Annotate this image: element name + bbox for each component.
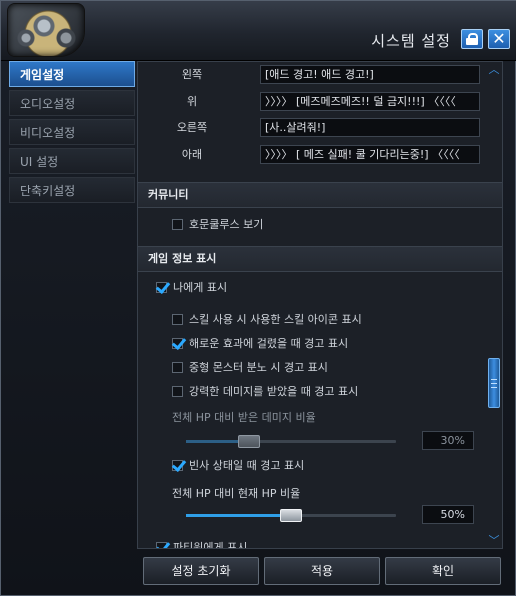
damage-ratio-slider[interactable] bbox=[186, 435, 396, 448]
option-label: 파티원에게 표시 bbox=[173, 541, 248, 549]
lock-button[interactable] bbox=[461, 29, 483, 49]
close-button[interactable]: ✕ bbox=[488, 29, 510, 49]
grip-line bbox=[491, 383, 497, 384]
option-label: 스킬 사용 시 사용한 스킬 아이콘 표시 bbox=[189, 313, 362, 326]
checkbox[interactable] bbox=[172, 314, 183, 325]
hp-ratio-value[interactable]: 50% bbox=[422, 505, 474, 524]
direction-row-down: 아래 〉〉〉〉 [ 메즈 실패! 쿨 기다리는중!] 〈〈〈〈 bbox=[138, 145, 502, 165]
checkbox[interactable] bbox=[172, 219, 183, 230]
slider-fill bbox=[186, 514, 291, 517]
title-bar[interactable]: 시스템 설정 ✕ bbox=[1, 1, 516, 61]
direction-label: 위 bbox=[186, 95, 198, 108]
slider-thumb[interactable] bbox=[238, 435, 260, 448]
close-icon: ✕ bbox=[492, 29, 506, 48]
settings-panel: 왼쪽 [애드 경고! 애드 경고!] 위 〉〉〉〉 [메즈메즈메즈!! 덜 금지… bbox=[137, 61, 503, 549]
damage-ratio-label: 전체 HP 대비 받은 데미지 비율 bbox=[172, 411, 316, 424]
direction-label: 아래 bbox=[181, 148, 203, 161]
sidebar-item-video[interactable]: 비디오설정 bbox=[9, 119, 135, 145]
game-info-section-header: 게임 정보 표시 bbox=[138, 246, 502, 272]
hp-ratio-slider[interactable] bbox=[186, 509, 396, 522]
direction-row-up: 위 〉〉〉〉 [메즈메즈메즈!! 덜 금지!!!] 〈〈〈〈 bbox=[138, 92, 502, 112]
direction-label: 왼쪽 bbox=[181, 68, 203, 81]
option-label: 호문쿨루스 보기 bbox=[189, 218, 264, 231]
checkbox[interactable] bbox=[172, 386, 183, 397]
option-label: 해로운 효과에 걸렸을 때 경고 표시 bbox=[189, 337, 349, 350]
direction-message-field[interactable]: [애드 경고! 애드 경고!] bbox=[260, 65, 480, 84]
slider-thumb[interactable] bbox=[280, 509, 302, 522]
option-label: 나에게 표시 bbox=[173, 281, 228, 294]
grip-line bbox=[491, 379, 497, 380]
sidebar-item-audio[interactable]: 오디오설정 bbox=[9, 90, 135, 116]
window-title: 시스템 설정 bbox=[371, 32, 451, 50]
direction-row-right: 오른쪽 [사..살려줘!] bbox=[138, 118, 502, 138]
checkbox[interactable] bbox=[156, 282, 167, 293]
settings-sidebar: 게임설정 오디오설정 비디오설정 UI 설정 단축키설정 bbox=[9, 61, 135, 547]
checkbox[interactable] bbox=[172, 362, 183, 373]
apply-button[interactable]: 적용 bbox=[264, 557, 380, 585]
reset-settings-button[interactable]: 설정 초기화 bbox=[143, 557, 259, 585]
option-label: 중형 몬스터 분노 시 경고 표시 bbox=[189, 361, 328, 374]
damage-ratio-value[interactable]: 30% bbox=[422, 431, 474, 450]
option-label: 빈사 상태일 때 경고 표시 bbox=[189, 459, 305, 472]
sidebar-item-hotkeys[interactable]: 단축키설정 bbox=[9, 177, 135, 203]
community-section-header: 커뮤니티 bbox=[138, 182, 502, 208]
sidebar-item-game[interactable]: 게임설정 bbox=[9, 61, 135, 87]
system-settings-window: 시스템 설정 ✕ 게임설정 오디오설정 비디오설정 UI 설정 단축키설정 왼쪽… bbox=[0, 0, 516, 596]
scrollbar-thumb[interactable] bbox=[488, 358, 500, 408]
direction-message-field[interactable]: 〉〉〉〉 [메즈메즈메즈!! 덜 금지!!!] 〈〈〈〈 bbox=[260, 92, 480, 111]
direction-message-field[interactable]: [사..살려줘!] bbox=[260, 118, 480, 137]
grip-line bbox=[491, 387, 497, 388]
checkbox[interactable] bbox=[172, 338, 183, 349]
clockwork-emblem-icon bbox=[7, 3, 85, 57]
direction-message-field[interactable]: 〉〉〉〉 [ 메즈 실패! 쿨 기다리는중!] 〈〈〈〈 bbox=[260, 145, 480, 164]
scroll-down-arrow-icon[interactable]: ﹀ bbox=[488, 535, 500, 546]
hp-ratio-label: 전체 HP 대비 현재 HP 비율 bbox=[172, 487, 301, 500]
checkbox[interactable] bbox=[172, 460, 183, 471]
direction-row-left: 왼쪽 [애드 경고! 애드 경고!] bbox=[138, 65, 502, 85]
direction-label: 오른쪽 bbox=[176, 121, 208, 134]
scroll-up-arrow-icon[interactable]: ︿ bbox=[488, 64, 500, 75]
checkbox[interactable] bbox=[156, 542, 167, 548]
option-label: 강력한 데미지를 받았을 때 경고 표시 bbox=[189, 385, 359, 398]
sidebar-item-ui[interactable]: UI 설정 bbox=[9, 148, 135, 174]
lock-icon bbox=[466, 33, 478, 45]
confirm-button[interactable]: 확인 bbox=[385, 557, 501, 585]
